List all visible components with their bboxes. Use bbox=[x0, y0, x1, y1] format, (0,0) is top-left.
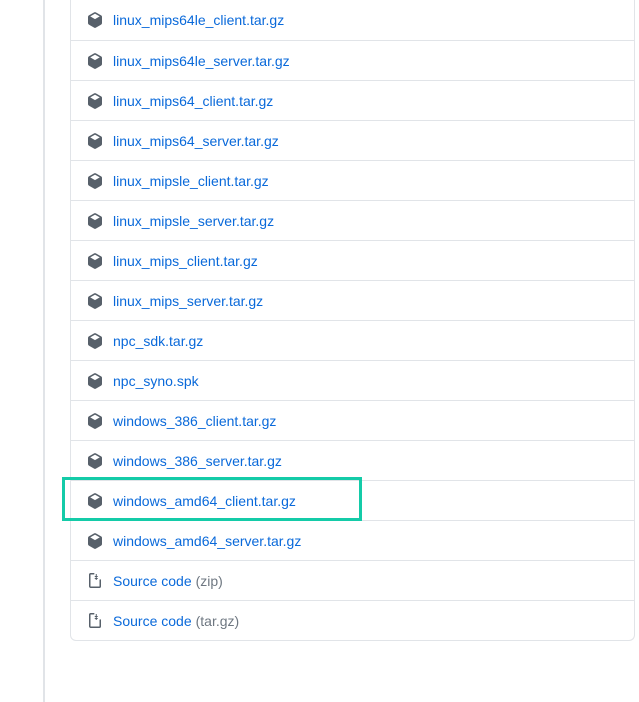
package-icon bbox=[87, 373, 103, 389]
asset-download-link[interactable]: linux_mipsle_server.tar.gz bbox=[113, 213, 274, 229]
asset-row: linux_mips64_server.tar.gz bbox=[71, 120, 634, 160]
package-icon bbox=[87, 93, 103, 109]
asset-download-link[interactable]: npc_syno.spk bbox=[113, 373, 199, 389]
package-icon bbox=[87, 253, 103, 269]
asset-download-link[interactable]: npc_sdk.tar.gz bbox=[113, 333, 203, 349]
package-icon bbox=[87, 53, 103, 69]
asset-row: Source code(tar.gz) bbox=[71, 600, 634, 640]
asset-download-link[interactable]: windows_amd64_client.tar.gz bbox=[113, 493, 296, 509]
asset-download-link[interactable]: Source code bbox=[113, 573, 192, 589]
asset-download-link[interactable]: linux_mips64_server.tar.gz bbox=[113, 133, 279, 149]
package-icon bbox=[87, 293, 103, 309]
release-assets-list: linux_mips64le_client.tar.gz linux_mips64… bbox=[70, 0, 635, 641]
asset-row: linux_mipsle_server.tar.gz bbox=[71, 200, 634, 240]
asset-row: Source code(zip) bbox=[71, 560, 634, 600]
asset-download-link[interactable]: windows_amd64_server.tar.gz bbox=[113, 533, 301, 549]
package-icon bbox=[87, 413, 103, 429]
asset-row: windows_amd64_client.tar.gz bbox=[71, 480, 634, 520]
zip-icon bbox=[87, 573, 103, 589]
asset-row: windows_amd64_server.tar.gz bbox=[71, 520, 634, 560]
asset-row: npc_sdk.tar.gz bbox=[71, 320, 634, 360]
asset-download-link[interactable]: linux_mips64le_server.tar.gz bbox=[113, 53, 290, 69]
zip-icon bbox=[87, 613, 103, 629]
asset-download-link[interactable]: windows_386_client.tar.gz bbox=[113, 413, 276, 429]
asset-row: npc_syno.spk bbox=[71, 360, 634, 400]
package-icon bbox=[87, 173, 103, 189]
package-icon bbox=[87, 493, 103, 509]
asset-format-label: (zip) bbox=[196, 573, 223, 589]
package-icon bbox=[87, 453, 103, 469]
asset-row: linux_mips_client.tar.gz bbox=[71, 240, 634, 280]
asset-row: windows_386_client.tar.gz bbox=[71, 400, 634, 440]
asset-download-link[interactable]: windows_386_server.tar.gz bbox=[113, 453, 282, 469]
asset-row: linux_mips_server.tar.gz bbox=[71, 280, 634, 320]
asset-row: windows_386_server.tar.gz bbox=[71, 440, 634, 480]
asset-download-link[interactable]: linux_mips64le_client.tar.gz bbox=[113, 12, 284, 28]
asset-download-link[interactable]: Source code bbox=[113, 613, 192, 629]
asset-download-link[interactable]: linux_mips_client.tar.gz bbox=[113, 253, 258, 269]
asset-row: linux_mips64le_server.tar.gz bbox=[71, 40, 634, 80]
package-icon bbox=[87, 333, 103, 349]
timeline-bar bbox=[43, 0, 45, 702]
asset-row: linux_mipsle_client.tar.gz bbox=[71, 160, 634, 200]
package-icon bbox=[87, 133, 103, 149]
asset-download-link[interactable]: linux_mips_server.tar.gz bbox=[113, 293, 263, 309]
package-icon bbox=[87, 213, 103, 229]
asset-row: linux_mips64le_client.tar.gz bbox=[71, 0, 634, 40]
package-icon bbox=[87, 12, 103, 28]
asset-download-link[interactable]: linux_mips64_client.tar.gz bbox=[113, 93, 273, 109]
asset-format-label: (tar.gz) bbox=[196, 613, 240, 629]
package-icon bbox=[87, 533, 103, 549]
asset-row: linux_mips64_client.tar.gz bbox=[71, 80, 634, 120]
asset-download-link[interactable]: linux_mipsle_client.tar.gz bbox=[113, 173, 269, 189]
